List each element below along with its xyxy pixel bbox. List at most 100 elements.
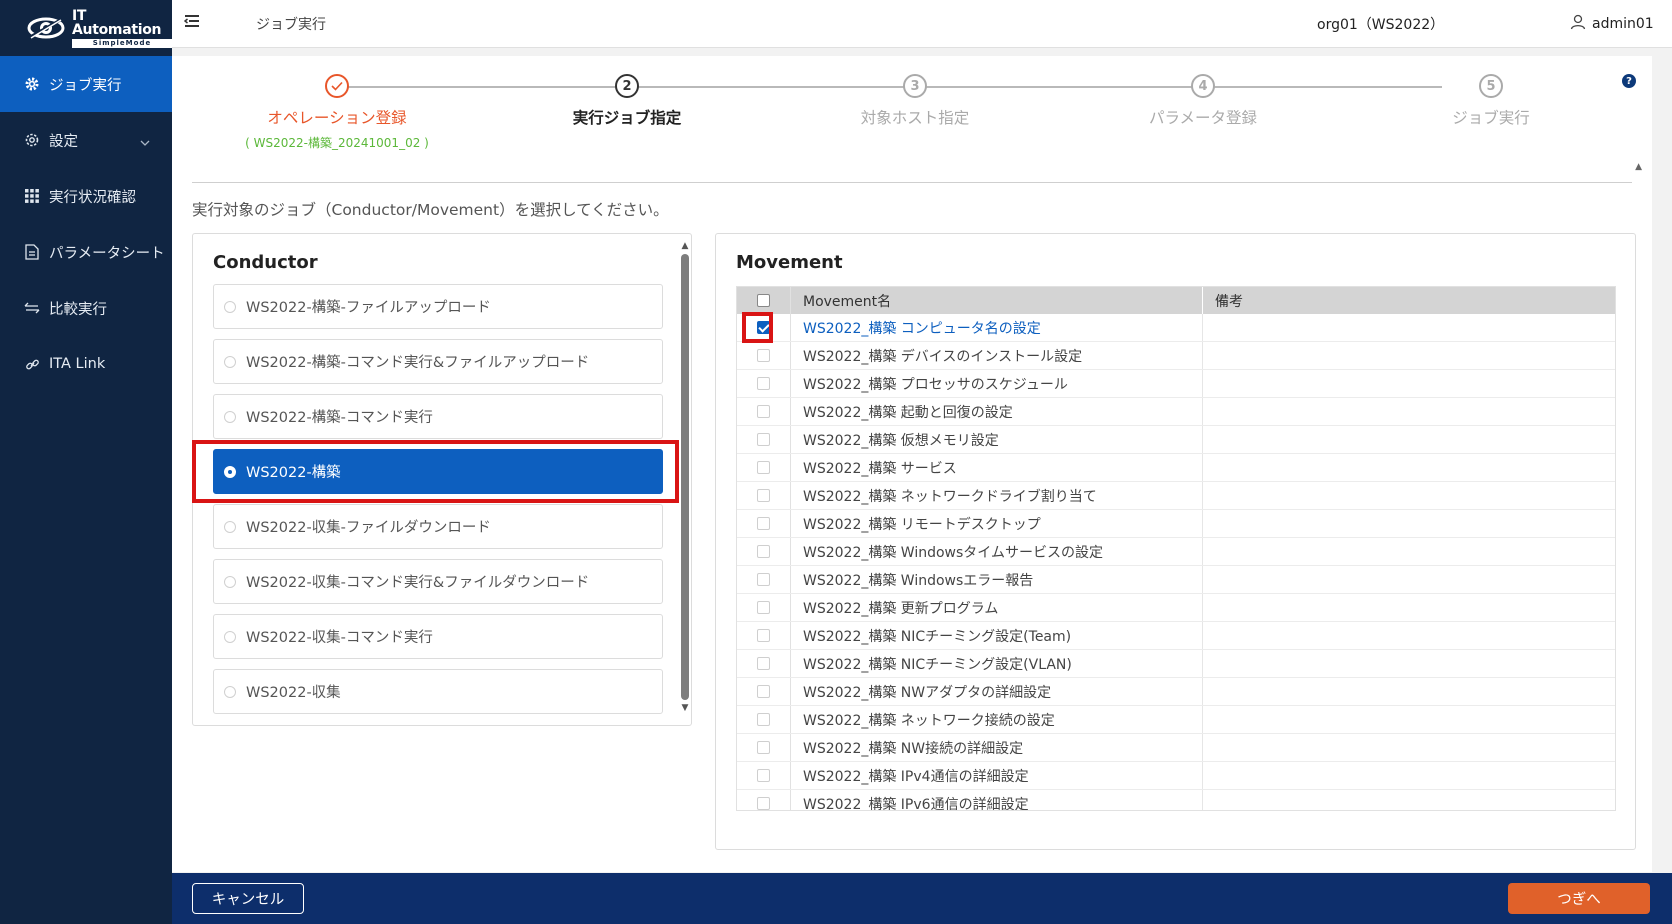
conductor-option[interactable]: WS2022-収集-コマンド実行 <box>213 614 663 659</box>
scroll-down-arrow-icon[interactable]: ▼ <box>681 702 689 714</box>
movement-name-cell: WS2022_構築 NICチーミング設定(VLAN) <box>791 650 1203 677</box>
user-name: admin01 <box>1592 16 1654 32</box>
user-menu[interactable]: admin01 <box>1570 14 1654 34</box>
table-row[interactable]: WS2022_構築 プロセッサのスケジュール <box>737 370 1615 398</box>
table-row[interactable]: WS2022_構築 コンピュータ名の設定 <box>737 314 1615 342</box>
radio-button[interactable] <box>224 575 236 588</box>
conductor-option-selected[interactable]: WS2022-構築 <box>213 449 663 494</box>
scrollbar-thumb[interactable] <box>681 254 689 700</box>
step-label: 対象ホスト指定 <box>860 109 970 127</box>
movement-name-cell: WS2022_構築 NW接続の詳細設定 <box>791 734 1203 761</box>
row-checkbox[interactable] <box>757 573 770 586</box>
note-cell <box>1203 734 1615 761</box>
movement-name-cell: WS2022_構築 コンピュータ名の設定 <box>791 314 1203 341</box>
table-row[interactable]: WS2022_構築 仮想メモリ設定 <box>737 426 1615 454</box>
table-row[interactable]: WS2022_構築 Windowsタイムサービスの設定 <box>737 538 1615 566</box>
radio-button[interactable] <box>224 410 236 423</box>
sidebar-item-settings[interactable]: 設定 <box>0 112 172 168</box>
table-row[interactable]: WS2022_構築 デバイスのインストール設定 <box>737 342 1615 370</box>
user-icon <box>1570 14 1586 34</box>
app-logo[interactable]: IT Automation SimpleMode <box>0 0 172 56</box>
row-checkbox[interactable] <box>757 741 770 754</box>
select-all-checkbox[interactable] <box>757 294 770 307</box>
row-checkbox[interactable] <box>757 349 770 362</box>
table-row[interactable]: WS2022_構築 サービス <box>737 454 1615 482</box>
row-checkbox[interactable] <box>757 321 770 334</box>
movement-name-cell: WS2022_構築 IPv6通信の詳細設定 <box>791 790 1203 810</box>
table-row[interactable]: WS2022_構築 ネットワーク接続の設定 <box>737 706 1615 734</box>
conductor-option[interactable]: WS2022-収集-コマンド実行&ファイルダウンロード <box>213 559 663 604</box>
gear-outline-icon <box>24 132 40 148</box>
radio-button[interactable] <box>224 630 236 643</box>
sidebar-item-job-execution[interactable]: ジョブ実行 <box>0 56 172 112</box>
scroll-up-arrow-icon[interactable]: ▲ <box>1635 162 1642 172</box>
row-checkbox[interactable] <box>757 713 770 726</box>
sidebar-item-parameter-sheet[interactable]: パラメータシート <box>0 224 172 280</box>
main-content: オペレーション登録 ( WS2022-構築_20241001_02 ) 2 実行… <box>172 56 1652 872</box>
conductor-option-label: WS2022-構築 <box>246 465 341 481</box>
scroll-up-arrow-icon[interactable]: ▲ <box>681 240 689 252</box>
table-row[interactable]: WS2022_構築 NICチーミング設定(Team) <box>737 622 1615 650</box>
note-cell <box>1203 762 1615 789</box>
conductor-option[interactable]: WS2022-収集 <box>213 669 663 714</box>
movement-name-cell: WS2022_構築 ネットワーク接続の設定 <box>791 706 1203 733</box>
note-cell <box>1203 398 1615 425</box>
row-checkbox[interactable] <box>757 461 770 474</box>
row-checkbox[interactable] <box>757 685 770 698</box>
row-checkbox[interactable] <box>757 405 770 418</box>
row-checkbox-cell <box>737 538 791 565</box>
column-header-movement-name[interactable]: Movement名 <box>791 287 1203 314</box>
conductor-option[interactable]: WS2022-構築-ファイルアップロード <box>213 284 663 329</box>
sidebar-item-compare[interactable]: 比較実行 <box>0 280 172 336</box>
radio-button[interactable] <box>224 685 236 698</box>
radio-button[interactable] <box>224 520 236 533</box>
conductor-scrollbar[interactable]: ▲ ▼ <box>681 240 689 720</box>
table-row[interactable]: WS2022_構築 IPv4通信の詳細設定 <box>737 762 1615 790</box>
row-checkbox[interactable] <box>757 489 770 502</box>
radio-button[interactable] <box>224 355 236 368</box>
conductor-option[interactable]: WS2022-構築-コマンド実行 <box>213 394 663 439</box>
menu-toggle-icon[interactable] <box>183 14 202 30</box>
row-checkbox[interactable] <box>757 545 770 558</box>
step-operation-name: ( WS2022-構築_20241001_02 ) <box>245 136 429 150</box>
table-row[interactable]: WS2022_構築 ネットワークドライブ割り当て <box>737 482 1615 510</box>
row-checkbox[interactable] <box>757 657 770 670</box>
cancel-button[interactable]: キャンセル <box>192 883 304 914</box>
step-4: 4 パラメータ登録 <box>1078 74 1328 128</box>
row-checkbox[interactable] <box>757 377 770 390</box>
table-header: Movement名 備考 <box>737 287 1615 314</box>
row-checkbox-cell <box>737 566 791 593</box>
next-button[interactable]: つぎへ <box>1508 883 1650 914</box>
row-checkbox[interactable] <box>757 601 770 614</box>
row-checkbox-cell <box>737 762 791 789</box>
table-row[interactable]: WS2022_構築 Windowsエラー報告 <box>737 566 1615 594</box>
movement-name-cell: WS2022_構築 Windowsエラー報告 <box>791 566 1203 593</box>
table-row[interactable]: WS2022_構築 起動と回復の設定 <box>737 398 1615 426</box>
movement-panel: Movement Movement名 備考 WS2022_構築 コンピュータ名の… <box>715 233 1636 850</box>
row-checkbox[interactable] <box>757 433 770 446</box>
row-checkbox[interactable] <box>757 629 770 642</box>
help-icon[interactable]: ? <box>1622 74 1636 88</box>
table-row[interactable]: WS2022_構築 NWアダプタの詳細設定 <box>737 678 1615 706</box>
row-checkbox[interactable] <box>757 517 770 530</box>
movement-table: Movement名 備考 WS2022_構築 コンピュータ名の設定 WS2022_… <box>736 286 1616 811</box>
column-header-note[interactable]: 備考 <box>1203 287 1615 314</box>
sidebar-item-ita-link[interactable]: ITA Link <box>0 336 172 392</box>
step-label: 実行ジョブ指定 <box>572 109 682 127</box>
sidebar-item-label: ジョブ実行 <box>49 77 122 94</box>
movement-name-cell: WS2022_構築 仮想メモリ設定 <box>791 426 1203 453</box>
row-checkbox[interactable] <box>757 797 770 810</box>
row-checkbox[interactable] <box>757 769 770 782</box>
sidebar: IT Automation SimpleMode ジョブ実行 設定 実行状況確認… <box>0 0 172 924</box>
table-row[interactable]: WS2022_構築 リモートデスクトップ <box>737 510 1615 538</box>
table-row[interactable]: WS2022_構築 IPv6通信の詳細設定 <box>737 790 1615 810</box>
radio-button-selected[interactable] <box>224 465 236 478</box>
radio-button[interactable] <box>224 300 236 313</box>
conductor-option[interactable]: WS2022-収集-ファイルダウンロード <box>213 504 663 549</box>
conductor-option[interactable]: WS2022-構築-コマンド実行&ファイルアップロード <box>213 339 663 384</box>
table-row[interactable]: WS2022_構築 NW接続の詳細設定 <box>737 734 1615 762</box>
note-cell <box>1203 370 1615 397</box>
sidebar-item-status[interactable]: 実行状況確認 <box>0 168 172 224</box>
table-row[interactable]: WS2022_構築 NICチーミング設定(VLAN) <box>737 650 1615 678</box>
table-row[interactable]: WS2022_構築 更新プログラム <box>737 594 1615 622</box>
